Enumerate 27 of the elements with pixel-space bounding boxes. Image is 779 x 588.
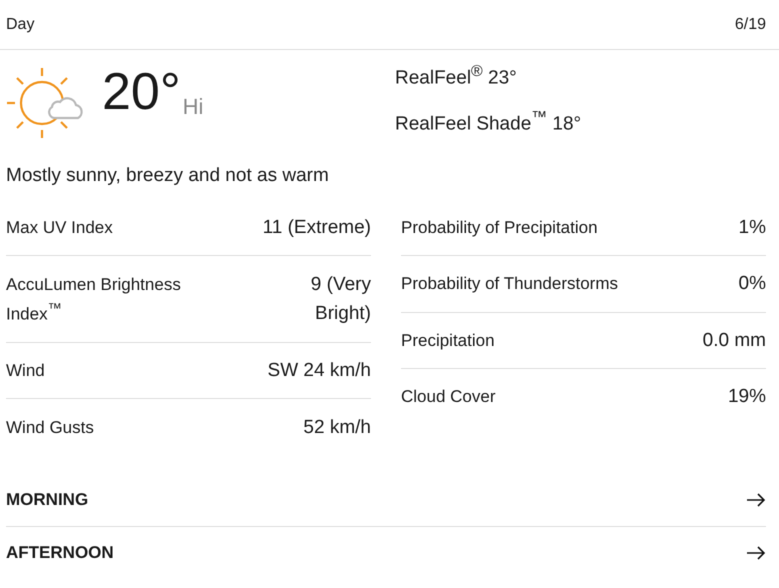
date-text: 6/19 xyxy=(734,16,766,34)
detail-label: Probability of Precipitation xyxy=(401,218,598,238)
detail-value: 0% xyxy=(738,273,766,295)
detail-label: Max UV Index xyxy=(6,217,113,239)
detail-value: 1% xyxy=(738,216,766,238)
section-link[interactable]: MORNING xyxy=(6,490,88,510)
arrow-right-icon[interactable] xyxy=(746,493,766,507)
realfeel-shade-text: RealFeel Shade$^{™}$ 18° xyxy=(395,109,582,136)
detail-value: SW 24 km/h xyxy=(268,359,371,383)
card-title: Day xyxy=(6,16,34,34)
detail-value: 0.0 mm xyxy=(702,330,766,352)
detail-value: 11 (Extreme) xyxy=(262,216,371,240)
realfeel-text: RealFeel$^{®}$ 23° xyxy=(395,63,518,90)
detail-label: Wind Gusts xyxy=(6,416,94,438)
detail-label: AccuLumen Brightness Index$^{™}$ xyxy=(6,274,182,326)
detail-label: Probability of Thunderstorms xyxy=(401,274,618,294)
detail-value: 9 (Very Bright) xyxy=(310,273,371,326)
weather-phrase: Mostly sunny, breezy and not as warm xyxy=(5,164,330,188)
detail-label: Wind xyxy=(6,360,45,382)
detail-label: Cloud Cover xyxy=(401,387,496,407)
detail-value: 52 km/h xyxy=(303,416,371,440)
detail-value: 19% xyxy=(728,386,766,408)
section-link[interactable]: AFTERNOON xyxy=(6,543,114,563)
arrow-right-icon[interactable] xyxy=(746,546,766,560)
detail-label: Precipitation xyxy=(401,330,495,350)
temperature: 20° xyxy=(102,62,181,122)
hi-label: Hi xyxy=(182,94,204,120)
